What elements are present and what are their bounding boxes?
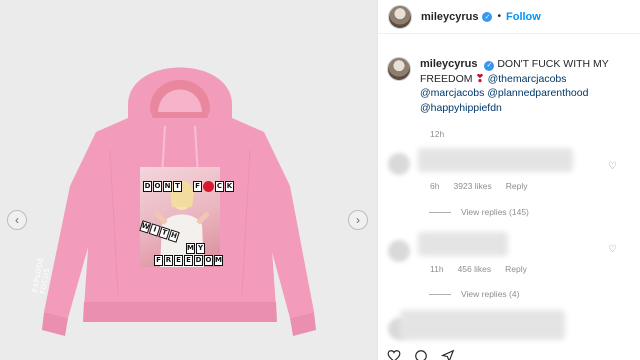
view-replies-label: View replies (4): [461, 289, 520, 299]
comment-text-blurred: [418, 148, 573, 172]
verified-badge-icon: ✓: [482, 11, 493, 22]
mention-link[interactable]: @happyhippiefdn: [420, 102, 502, 114]
view-replies-button[interactable]: View replies (4): [429, 289, 519, 299]
tile-row-1: D O N T F C K: [143, 181, 234, 192]
tile: F: [154, 255, 163, 266]
reply-button[interactable]: Reply: [505, 264, 527, 274]
heart-emoji-icon: ❣: [475, 72, 485, 85]
mention-link[interactable]: @marcjacobs: [420, 87, 484, 99]
username-link[interactable]: mileycyrus: [421, 11, 478, 23]
tile: M: [186, 243, 195, 254]
divider: [429, 211, 451, 213]
post-media: D O N T F C K W I T H M Y F R E E D O M …: [0, 0, 377, 360]
tile: E: [174, 255, 183, 266]
tile: D: [194, 255, 203, 266]
comment-likes[interactable]: 456 likes: [458, 264, 492, 274]
view-replies-label: View replies (145): [461, 207, 529, 217]
tile: R: [164, 255, 173, 266]
tile: O: [204, 255, 213, 266]
share-icon[interactable]: [441, 349, 455, 360]
separator-dot: •: [497, 11, 501, 22]
reply-button[interactable]: Reply: [506, 181, 528, 191]
follow-button[interactable]: Follow: [506, 11, 541, 23]
comment-likes[interactable]: 3923 likes: [453, 181, 491, 191]
tile: O: [153, 181, 162, 192]
tile: M: [214, 255, 223, 266]
comment-time: 11h: [430, 264, 444, 274]
divider: [429, 293, 451, 295]
caption-timestamp: 12h: [430, 129, 445, 139]
avatar[interactable]: [388, 153, 410, 175]
avatar[interactable]: [388, 240, 410, 262]
heart-outline-icon[interactable]: ♡: [608, 244, 617, 255]
caption: mileycyrus ✓ DON'T FUCK WITH MY FREEDOM …: [387, 57, 632, 115]
action-bar: [387, 349, 455, 360]
chevron-left-icon[interactable]: ‹: [7, 210, 27, 230]
comment-meta: 11h 456 likes Reply: [430, 264, 527, 274]
tile: D: [143, 181, 152, 192]
comment-text-blurred: [400, 310, 565, 340]
mention-link[interactable]: @themarcjacobs: [488, 73, 567, 85]
caption-body: mileycyrus ✓ DON'T FUCK WITH MY FREEDOM …: [420, 57, 630, 115]
tile: N: [163, 181, 172, 192]
tile: E: [184, 255, 193, 266]
tile: K: [225, 181, 234, 192]
tile: F: [193, 181, 202, 192]
comment-time: 6h: [430, 181, 440, 191]
avatar[interactable]: [387, 57, 411, 81]
comment-text-blurred: [418, 232, 508, 256]
heart-outline-icon[interactable]: ♡: [608, 161, 617, 172]
avatar[interactable]: [388, 4, 412, 29]
tile-row-4: F R E E D O M: [154, 255, 223, 266]
post-side-panel: mileycyrus ✓ • Follow: [377, 0, 640, 360]
chevron-right-icon[interactable]: ›: [348, 210, 368, 230]
comment-meta: 6h 3923 likes Reply: [430, 181, 527, 191]
heart-tile-icon: [203, 181, 214, 192]
heart-outline-icon[interactable]: [387, 349, 401, 360]
view-replies-button[interactable]: View replies (145): [429, 207, 529, 217]
verified-badge-icon: ✓: [484, 61, 495, 72]
tile: T: [173, 181, 182, 192]
caption-username[interactable]: mileycyrus: [420, 58, 477, 70]
tile-gap: [183, 181, 192, 192]
tile: Y: [196, 243, 205, 254]
tile-row-3: M Y: [186, 243, 205, 254]
tile: C: [215, 181, 224, 192]
post-header: mileycyrus ✓ • Follow: [378, 0, 640, 34]
comment-icon[interactable]: [414, 349, 428, 360]
mention-link[interactable]: @plannedparenthood: [487, 87, 588, 99]
